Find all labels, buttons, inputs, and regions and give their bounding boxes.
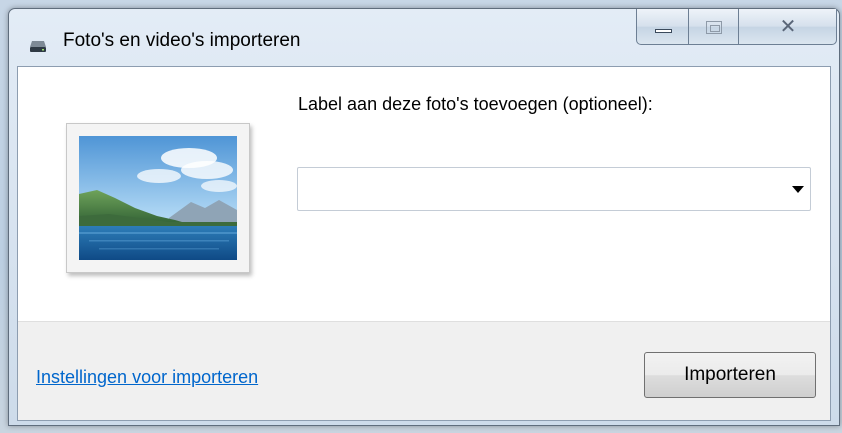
minimize-icon [655, 29, 672, 33]
tag-label: Label aan deze foto's toevoegen (optione… [298, 94, 653, 114]
maximize-icon [706, 21, 722, 34]
import-button[interactable]: Importeren [644, 352, 816, 398]
maximize-button [689, 9, 739, 45]
caption-buttons: ✕ [636, 9, 837, 45]
import-dialog-window: Foto's en video's importeren ✕ Label aan… [8, 8, 840, 426]
title-bar[interactable]: Foto's en video's importeren ✕ [9, 9, 839, 67]
close-button[interactable]: ✕ [739, 9, 837, 45]
import-settings-link[interactable]: Instellingen voor importeren [36, 367, 258, 388]
close-icon: ✕ [779, 14, 797, 38]
tag-combobox[interactable] [297, 167, 811, 211]
dropdown-arrow-icon[interactable] [792, 186, 804, 193]
landscape-photo-icon [79, 136, 237, 260]
dialog-footer: Instellingen voor importeren Importeren [18, 321, 830, 420]
window-title: Foto's en video's importeren [63, 30, 301, 51]
drive-icon [30, 41, 46, 52]
minimize-button[interactable] [636, 9, 689, 45]
dialog-client-area: Label aan deze foto's toevoegen (optione… [17, 66, 831, 421]
photo-thumbnail [66, 123, 250, 273]
dialog-content: Label aan deze foto's toevoegen (optione… [18, 67, 830, 321]
